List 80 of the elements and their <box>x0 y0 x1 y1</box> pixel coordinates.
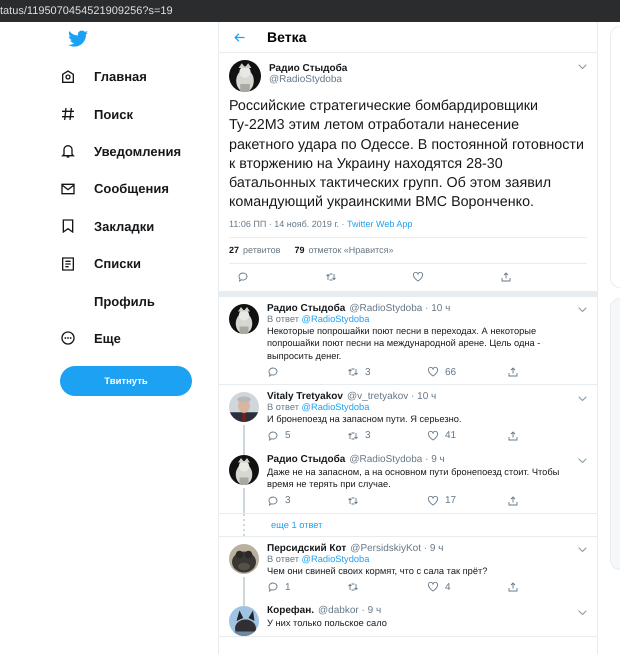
chevron-icon[interactable] <box>578 610 587 616</box>
nav-item[interactable]: Профиль <box>94 294 155 309</box>
reply-icon[interactable] <box>267 430 279 442</box>
like-count: 17 <box>445 495 456 506</box>
retweet-label: ретвитов <box>243 245 280 256</box>
author-name[interactable]: Радио Стыдоба <box>267 454 346 465</box>
like-count: 66 <box>445 366 456 378</box>
like-count: 4 <box>445 582 451 593</box>
author-name[interactable]: Vitaly Tretyakov <box>267 391 343 402</box>
nav-item[interactable]: Поиск <box>94 106 134 122</box>
page-title: Ветка <box>267 29 306 45</box>
like-stat[interactable]: 79 <box>294 245 304 256</box>
more-icon <box>60 330 76 346</box>
reply-text: Некоторые попрошайки поют песни в переходах. А некоторые попрошайки поют песни на международной арене. Цель одна - выпросить денег. <box>267 324 542 362</box>
heart-icon[interactable] <box>412 271 424 284</box>
envelope-icon <box>60 180 76 197</box>
reply-icon[interactable] <box>267 494 279 507</box>
chevron-icon[interactable] <box>578 547 587 554</box>
retweet-count: 3 <box>365 430 371 442</box>
reply-icon[interactable] <box>237 271 249 284</box>
home-icon <box>60 68 76 85</box>
share-icon[interactable] <box>507 494 519 507</box>
chevron-icon[interactable] <box>578 396 587 402</box>
author-name[interactable]: Персидский Кот <box>267 542 346 554</box>
author-handle[interactable]: @PersidskiyKot · 9 ч <box>350 542 444 554</box>
reply-text: Чем они свиней своих кормят, что с сала так прёт? <box>267 564 488 578</box>
share-icon[interactable] <box>507 366 519 378</box>
bird-logo[interactable] <box>68 30 89 48</box>
reply-count: 5 <box>285 430 291 442</box>
nav-item[interactable]: Уведомления <box>94 144 182 159</box>
heart-icon[interactable] <box>427 581 439 594</box>
reply-icon[interactable] <box>267 581 279 594</box>
retweet-icon[interactable] <box>347 581 359 594</box>
retweet-icon[interactable] <box>347 430 359 442</box>
share-icon[interactable] <box>507 581 519 594</box>
author-name[interactable]: Радио Стыдоба <box>269 63 570 74</box>
tweet-timestamp: 11:06 ПП · 14 нояб. 2019 г. · <box>229 218 346 229</box>
reply-context: В ответ @RadioStydoba <box>267 554 370 564</box>
share-icon[interactable] <box>500 271 512 284</box>
hashtag-icon <box>60 106 76 122</box>
author-handle[interactable]: @dabkor · 9 ч <box>318 605 382 616</box>
reply-text: У них только польское сало <box>267 617 388 630</box>
nav-item[interactable]: Главная <box>94 69 147 84</box>
author-handle[interactable]: @RadioStydoba <box>269 74 570 85</box>
retweet-count: 3 <box>365 366 371 378</box>
chevron-icon[interactable] <box>578 458 587 464</box>
reply-text: И бронепоезд на запасном пути. Я серьезно. <box>267 413 462 426</box>
reply-text: Даже не на запасном, а на основном пути бронепоезд стоит. Чтобы время не терять при случае. <box>267 466 560 491</box>
nav-item[interactable]: Списки <box>94 256 141 272</box>
nav-item[interactable]: Еще <box>94 330 121 346</box>
chevron-icon[interactable] <box>578 64 587 70</box>
author-name[interactable]: Радио Стыдоба <box>267 302 346 314</box>
retweet-icon[interactable] <box>347 494 359 507</box>
share-icon[interactable] <box>507 430 519 442</box>
author-handle[interactable]: @RadioStydoba · 9 ч <box>349 454 445 465</box>
url-text: tatus/1195070454521909256?s=19 <box>0 5 173 17</box>
author-handle[interactable]: @RadioStydoba · 10 ч <box>349 302 450 314</box>
nav-item[interactable]: Сообщения <box>94 181 169 196</box>
reply-icon[interactable] <box>267 366 279 378</box>
reply-count: 3 <box>285 495 291 506</box>
nav-item[interactable]: Закладки <box>94 218 154 234</box>
bookmark-icon <box>60 218 76 234</box>
like-label: отметок «Нравится» <box>308 245 394 256</box>
reply-context: В ответ @RadioStydoba <box>267 314 370 324</box>
author-name[interactable]: Корефан. <box>267 605 314 616</box>
bell-icon <box>60 143 76 160</box>
reply-context: В ответ @RadioStydoba <box>267 402 370 412</box>
chevron-icon[interactable] <box>578 307 587 314</box>
reply-count: 1 <box>285 582 291 593</box>
heart-icon[interactable] <box>427 494 439 507</box>
heart-icon[interactable] <box>427 430 439 442</box>
retweet-icon[interactable] <box>347 366 359 378</box>
author-handle[interactable]: @v_tretyakov · 10 ч <box>346 391 436 402</box>
retweet-stat[interactable]: 27 <box>229 245 240 256</box>
list-icon <box>60 256 76 272</box>
address-bar[interactable]: tatus/1195070454521909256?s=19 <box>0 0 620 22</box>
like-count: 41 <box>445 430 456 442</box>
heart-icon[interactable] <box>427 366 439 378</box>
tweet-text: Российские стратегические бомбардировщики Ту-22М3 этим летом отработали нанесение ракетного удара по Одессе. В постоянной готовности к вторжению на Украину находятся 28-30 батальонных тактических групп. Об этом заявил командующий украинскими ВМС Воронченко. <box>229 97 585 212</box>
retweet-icon[interactable] <box>324 271 336 284</box>
